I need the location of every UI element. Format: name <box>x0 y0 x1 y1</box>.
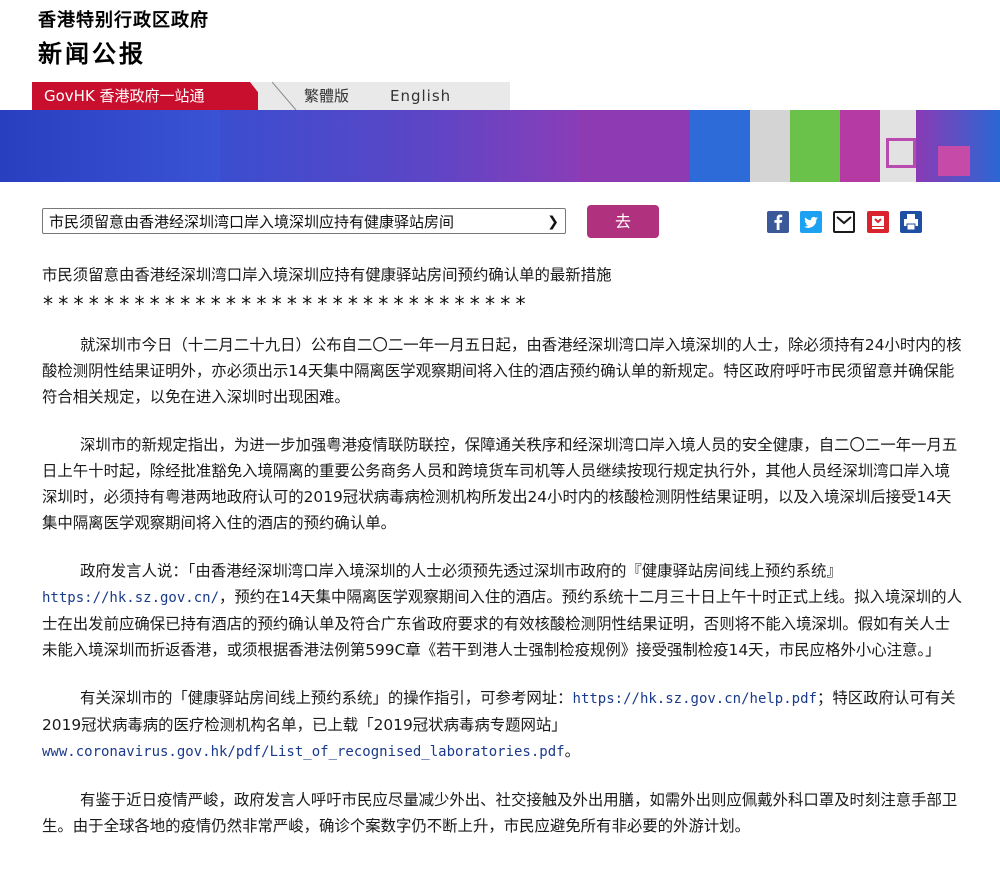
facebook-icon[interactable] <box>767 211 789 233</box>
article-body: 市民须留意由香港经深圳湾口岸入境深圳应持有健康驿站房间预约确认单的最新措施 **… <box>42 262 962 861</box>
print-icon[interactable] <box>900 211 922 233</box>
article-title: 市民须留意由香港经深圳湾口岸入境深圳应持有健康驿站房间预约确认单的最新措施 <box>42 266 612 284</box>
article-toolbar: 市民须留意由香港经深圳湾口岸入境深圳应持有健康驿站房间 ❯ 去 <box>0 200 1000 250</box>
header-banner <box>0 110 1000 182</box>
paragraph-4-text-a: 有关深圳市的「健康驿站房间线上预约系统」的操作指引，可参考网址： <box>80 689 573 707</box>
paragraph-1: 就深圳市今日（十二月二十九日）公布自二〇二一年一月五日起，由香港经深圳湾口岸入境… <box>42 336 962 406</box>
go-button[interactable]: 去 <box>587 205 659 238</box>
article-select-value: 市民须留意由香港经深圳湾口岸入境深圳应持有健康驿站房间 <box>49 213 455 231</box>
paragraph-4: 有关深圳市的「健康驿站房间线上预约系统」的操作指引，可参考网址：https://… <box>42 685 962 765</box>
govhk-link[interactable]: GovHK 香港政府一站通 <box>32 82 258 110</box>
sz-booking-link[interactable]: https://hk.sz.gov.cn/ <box>42 590 219 606</box>
top-nav: GovHK 香港政府一站通 繁體版 English <box>32 82 510 111</box>
press-release-title: 新闻公报 <box>38 40 146 68</box>
paragraph-2: 深圳市的新规定指出，为进一步加强粤港疫情联防联控，保障通关秩序和经深圳湾口岸入境… <box>42 436 958 532</box>
english-link[interactable]: English <box>382 82 459 110</box>
paragraph-3: 政府发言人说：「由香港经深圳湾口岸入境深圳的人士必须预先透过深圳市政府的『健康驿… <box>42 558 962 663</box>
email-icon[interactable] <box>833 211 855 233</box>
traditional-chinese-link[interactable]: 繁體版 <box>296 82 357 110</box>
paragraph-4-text-c: 。 <box>564 742 580 760</box>
paragraph-3-text-a: 政府发言人说：「由香港经深圳湾口岸入境深圳的人士必须预先透过深圳市政府的『健康驿… <box>80 562 842 580</box>
paragraph-5: 有鉴于近日疫情严峻，政府发言人呼吁市民应尽量减少外出、社交接触及外出用膳，如需外… <box>42 791 958 835</box>
page-header: 香港特别行政区政府 新闻公报 <box>0 0 1000 82</box>
chevron-down-icon: ❯ <box>547 214 559 230</box>
bookmark-icon[interactable] <box>867 211 889 233</box>
article-select[interactable]: 市民须留意由香港经深圳湾口岸入境深圳应持有健康驿站房间 ❯ <box>42 208 566 234</box>
title-divider: ******************************** <box>42 292 530 316</box>
sz-help-link[interactable]: https://hk.sz.gov.cn/help.pdf <box>573 691 817 707</box>
labs-list-link[interactable]: www.coronavirus.gov.hk/pdf/List_of_recog… <box>42 744 565 760</box>
government-title: 香港特别行政区政府 <box>38 10 209 31</box>
twitter-icon[interactable] <box>800 211 822 233</box>
